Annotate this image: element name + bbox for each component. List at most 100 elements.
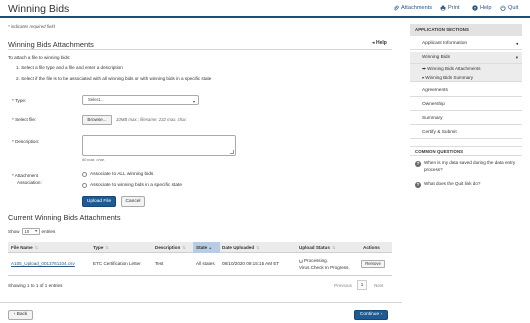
- col-state[interactable]: State ▴: [196, 245, 211, 250]
- help-top-link[interactable]: ? Help: [472, 5, 492, 11]
- cell-description: Test: [155, 261, 164, 266]
- quit-label: Quit: [508, 5, 519, 11]
- page-title: Winning Bids: [8, 3, 70, 15]
- application-sections-header: APPLICATION SECTIONS: [410, 24, 522, 36]
- common-questions-header: COMMON QUESTIONS: [410, 146, 522, 156]
- sidebar-item-applicant-information[interactable]: Applicant Information ◂: [410, 38, 522, 50]
- resize-grip-icon[interactable]: [230, 150, 234, 154]
- sidebar-subitem-label: Winning Bids Summary: [425, 75, 474, 80]
- sidebar-item-label: Agreements: [422, 88, 448, 93]
- question-icon: ?: [415, 182, 421, 188]
- col-file-name[interactable]: File Name ⇅: [11, 245, 38, 250]
- help-circle-icon: ?: [472, 5, 478, 11]
- col-file-name-label: File Name: [11, 244, 33, 250]
- section-divider: [8, 49, 392, 50]
- page-size-value: 10: [24, 229, 30, 234]
- show-suffix: entries: [41, 229, 56, 234]
- section-help-label: Help: [376, 40, 387, 46]
- page-size-select[interactable]: 10 ▾: [21, 228, 40, 235]
- showing-entries-text: Showing 1 to 1 of 1 entries: [8, 283, 63, 288]
- col-type-label: Type: [93, 244, 104, 250]
- type-select-value: Select...: [88, 97, 104, 102]
- question-quit-link[interactable]: ? What does the Quit link do?: [415, 181, 520, 188]
- print-link[interactable]: Print: [440, 5, 460, 11]
- instructions-intro: To attach a file to winning bids:: [8, 55, 71, 60]
- triangle-down-icon: ▾: [422, 75, 425, 80]
- chevron-left-icon: ◂: [515, 41, 518, 46]
- type-select[interactable]: Select... ▾: [82, 95, 199, 105]
- description-hint: 60 max. char.: [82, 158, 105, 162]
- radio-associate-state[interactable]: [82, 183, 87, 188]
- sidebar-item-ownership[interactable]: Ownership: [410, 98, 522, 111]
- col-type[interactable]: Type ⇅: [93, 245, 109, 250]
- current-attachments-title: Current Winning Bids Attachments: [8, 213, 121, 222]
- sort-icon: ⇅: [256, 244, 260, 250]
- radio-associate-state-label[interactable]: Associate to winning bids in a specific …: [90, 183, 182, 188]
- sidebar-item-summary[interactable]: Summary: [410, 112, 522, 125]
- print-label: Print: [448, 5, 460, 11]
- col-actions: Actions: [363, 244, 380, 250]
- upload-file-button[interactable]: Upload File: [82, 196, 116, 207]
- sidebar-item-label: Winning Bids: [422, 55, 450, 60]
- col-date-uploaded-label: Date Uploaded: [222, 244, 255, 250]
- association-label-line1: * Attachment: [12, 173, 39, 178]
- file-name-link[interactable]: A105_Upload_0013761104.csv: [11, 261, 75, 266]
- cancel-button[interactable]: Cancel: [121, 196, 145, 207]
- select-file-label: * Select file:: [12, 117, 37, 122]
- description-label: * Description:: [12, 139, 40, 144]
- sidebar-subitem-summary[interactable]: ▾ Winning Bids Summary: [410, 73, 522, 82]
- description-textarea[interactable]: [82, 135, 236, 156]
- required-note: * indicates required field: [8, 24, 55, 29]
- sidebar-item-label: Certify & Submit: [422, 130, 457, 135]
- cell-type: ETC Certification Letter: [93, 261, 141, 266]
- col-description-label: Description: [155, 244, 181, 250]
- cell-status-line1: Processing.: [299, 258, 328, 263]
- question-text: What does the Quit link do?: [424, 181, 481, 186]
- instructions-step-1: 1. Select a file type and a file and ent…: [16, 65, 123, 70]
- show-prefix: Show: [8, 229, 20, 234]
- attachments-link[interactable]: Attachments: [393, 5, 432, 11]
- sidebar-item-certify-submit[interactable]: Certify & Submit: [410, 126, 522, 139]
- sidebar-item-label: Summary: [422, 116, 443, 121]
- sidebar-item-label: Applicant Information: [422, 41, 468, 46]
- col-description[interactable]: Description ⇅: [155, 245, 186, 250]
- col-date-uploaded[interactable]: Date Uploaded ⇅: [222, 245, 260, 250]
- back-button[interactable]: ‹ Back: [8, 310, 33, 320]
- section-help-link[interactable]: ◂ Help: [372, 40, 387, 46]
- spinner-icon: [299, 258, 303, 263]
- question-data-saved[interactable]: ? When is my data saved during the data …: [415, 160, 520, 173]
- previous-page-link[interactable]: Previous: [334, 283, 352, 288]
- instructions-step-2: 2. Select if the file is to be associate…: [16, 76, 212, 81]
- type-label: * Type:: [12, 98, 27, 103]
- col-state-label: State: [196, 244, 208, 250]
- power-icon: [500, 5, 506, 11]
- section-title: Winning Bids Attachments: [8, 40, 94, 49]
- browse-button[interactable]: Browse...: [82, 115, 112, 125]
- radio-associate-all-label[interactable]: Associate to ALL winning bids: [90, 172, 153, 177]
- sidebar-item-winning-bids[interactable]: Winning Bids ▾: [410, 52, 522, 64]
- radio-associate-all[interactable]: [82, 172, 87, 177]
- sort-asc-icon: ▴: [209, 244, 212, 250]
- sidebar-subitem-attachments[interactable]: ➡ Winning Bids Attachments: [410, 64, 522, 73]
- quit-link[interactable]: Quit: [500, 5, 518, 11]
- sort-icon: ⇅: [105, 244, 109, 250]
- next-page-link[interactable]: Next: [374, 283, 383, 288]
- sort-icon: ⇅: [182, 244, 186, 250]
- status-line1-text: Processing.: [304, 258, 329, 263]
- chevron-down-icon: ▾: [515, 55, 518, 60]
- cell-state: All states: [196, 261, 215, 266]
- show-entries-control: Show 10 ▾ entries: [8, 228, 55, 235]
- col-upload-status[interactable]: Upload Status ⇅: [299, 245, 335, 250]
- remove-button[interactable]: Remove: [361, 260, 385, 268]
- footer-divider: [0, 302, 402, 303]
- sort-icon: ⇅: [34, 244, 39, 250]
- page-number-button[interactable]: 1: [357, 280, 367, 290]
- chevron-down-icon: ▾: [35, 229, 37, 233]
- header-divider: [0, 16, 530, 18]
- sidebar-item-agreements[interactable]: Agreements: [410, 84, 522, 97]
- sort-icon: ⇅: [331, 244, 336, 250]
- continue-button[interactable]: Continue ›: [354, 310, 388, 320]
- arrow-right-icon: ➡: [422, 66, 426, 71]
- sidebar-subitem-label: Winning Bids Attachments: [427, 66, 481, 71]
- chevron-left-icon: ◂: [372, 40, 375, 46]
